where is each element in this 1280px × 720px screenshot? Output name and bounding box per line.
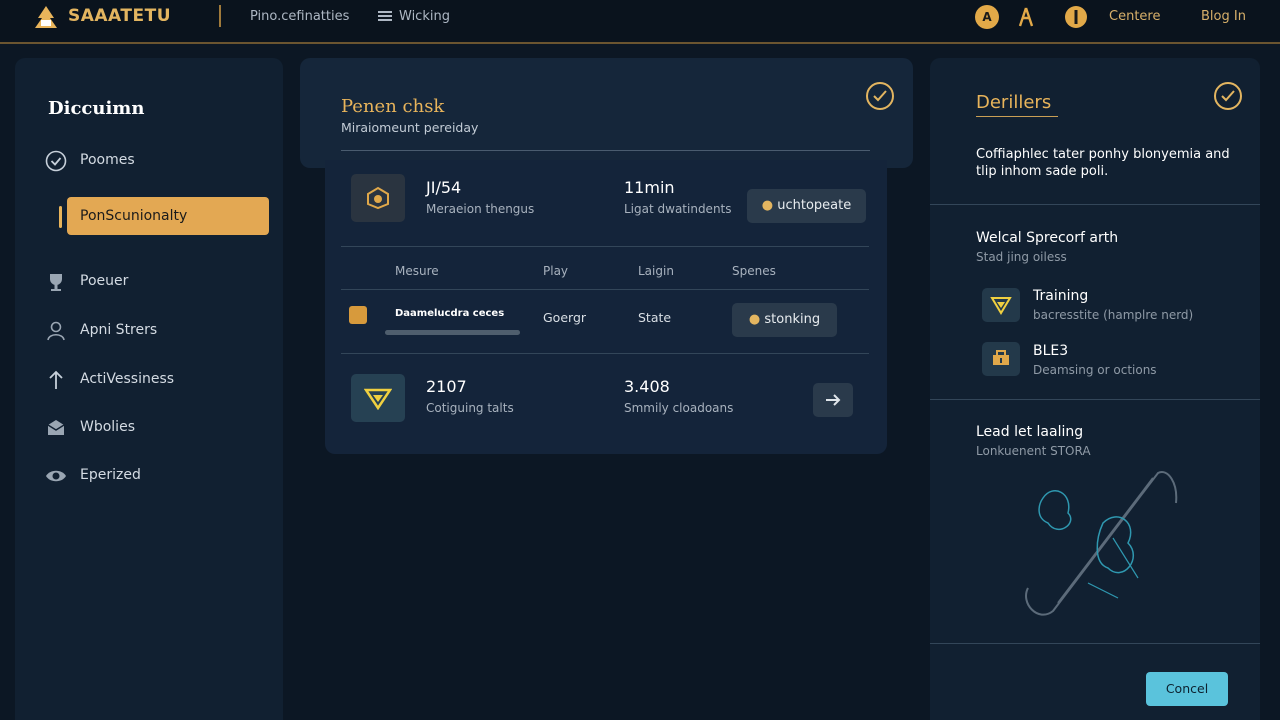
divider <box>341 353 869 354</box>
main-content-card: JI/54 Meraeion thengus 11min Ligat dwati… <box>325 160 887 454</box>
stat-value: 3.408 <box>624 377 670 396</box>
cancel-button[interactable]: Concel <box>1146 672 1228 706</box>
sidebar-item-label: ActiVessiness <box>80 371 175 387</box>
sidebar-item-label: Apni Strers <box>80 322 158 338</box>
tag-icon: ● <box>761 198 774 213</box>
progress-track <box>385 330 520 335</box>
title-underline <box>976 116 1058 117</box>
divider <box>930 399 1260 400</box>
stat-value: 2107 <box>426 377 467 396</box>
page-subtitle: Miraiomeunt pereiday <box>341 120 479 135</box>
section-title: Lead let laaling <box>976 424 1084 440</box>
toolbox-icon <box>993 350 1009 365</box>
next-button[interactable] <box>813 383 853 417</box>
row-name[interactable]: Daamelucdra ceces <box>395 308 504 319</box>
envelope-icon <box>47 420 65 435</box>
column-header[interactable]: Play <box>543 264 568 278</box>
check-circle-icon <box>45 150 67 172</box>
row-cell: State <box>638 310 672 325</box>
item-subtitle: bacresstite (hamplre nerd) <box>1033 308 1194 322</box>
column-header[interactable]: Mesure <box>395 264 439 278</box>
arrow-right-icon <box>826 394 841 406</box>
sidebar-item-wbolies[interactable]: Wbolies <box>45 415 265 441</box>
main-header-card: Penen chsk Miraiomeunt pereiday <box>300 58 913 168</box>
login-link[interactable]: Blog In <box>1201 9 1246 24</box>
stat-label: Cotiguing talts <box>426 401 514 415</box>
sidebar-item-label: Poomes <box>80 152 135 168</box>
list-icon <box>378 11 392 21</box>
arrow-up-icon <box>49 370 63 389</box>
eye-icon <box>46 470 66 482</box>
column-header[interactable]: Laigin <box>638 264 674 278</box>
sidebar-item-label: PonScunionalty <box>80 208 188 224</box>
box-icon <box>367 186 389 210</box>
info-icon[interactable] <box>1064 5 1088 29</box>
account-icon[interactable]: A <box>975 5 999 29</box>
update-button[interactable]: ● uchtopeate <box>747 189 866 223</box>
item-subtitle: Deamsing or octions <box>1033 363 1157 377</box>
section-subtitle: Lonkuenent STORA <box>976 444 1091 458</box>
sidebar-item-label: Wbolies <box>80 419 135 435</box>
sidebar-item-poomes[interactable]: Poomes <box>45 148 265 174</box>
check-icon <box>873 90 887 102</box>
sidebar-item-poeuer[interactable]: Poeuer <box>45 269 265 295</box>
logo-icon[interactable] <box>30 4 62 32</box>
section-title: Welcal Sprecorf arth <box>976 230 1119 246</box>
nav-link-1[interactable]: Pino.cefinatties <box>250 9 349 24</box>
sidebar: Diccuimn Poomes PonScunionalty Poeuer Ap… <box>15 58 283 720</box>
stat-tile <box>351 174 405 222</box>
details-title: Derillers <box>976 92 1052 113</box>
sidebar-item-active[interactable]: PonScunionalty <box>67 197 269 235</box>
update-button-label: uchtopeate <box>777 198 852 213</box>
details-description: Coffiaphlec tater ponhy blonyemia and tl… <box>976 147 1230 179</box>
brand-name[interactable]: SAAATETU <box>68 6 171 26</box>
stat-label: Meraeion thengus <box>426 202 535 216</box>
top-bar: SAAATETU Pino.cefinatties Wicking A Cent… <box>0 0 1280 44</box>
header-divider <box>219 5 221 27</box>
stat-value: 11min <box>624 178 675 197</box>
divider <box>341 289 869 290</box>
stat-label: Ligat dwatindents <box>624 202 732 216</box>
center-link[interactable]: Centere <box>1109 9 1160 24</box>
sidebar-item-label: Poeuer <box>80 273 129 289</box>
divider <box>341 246 869 247</box>
sidebar-title: Diccuimn <box>48 98 145 119</box>
sidebar-item-eperized[interactable]: Eperized <box>45 463 265 489</box>
compass-icon[interactable] <box>1015 6 1037 28</box>
check-icon <box>1221 90 1235 102</box>
divider <box>341 150 870 151</box>
shield-icon <box>364 388 392 410</box>
row-action-label: stonking <box>764 312 821 327</box>
sidebar-item-activessiness[interactable]: ActiVessiness <box>45 367 265 393</box>
progress-fill <box>385 330 520 335</box>
item-title[interactable]: BLE3 <box>1033 343 1068 359</box>
sidebar-item-apni-strers[interactable]: Apni Strers <box>45 318 265 344</box>
item-title[interactable]: Training <box>1033 288 1088 304</box>
page-title: Penen chsk <box>341 96 445 117</box>
nav-link-2[interactable]: Wicking <box>399 9 450 24</box>
stat-tile <box>351 374 405 422</box>
section-subtitle: Stad jing oiless <box>976 250 1067 264</box>
shield-icon <box>990 297 1012 315</box>
check-toggle[interactable] <box>866 82 894 110</box>
row-action-button[interactable]: ● stonking <box>732 303 837 337</box>
divider <box>930 204 1260 205</box>
trophy-icon <box>50 274 62 291</box>
stat-label: Smmily cloadoans <box>624 401 734 415</box>
active-indicator <box>59 206 62 228</box>
details-panel: Derillers Coffiaphlec tater ponhy blonye… <box>930 58 1260 720</box>
tool-illustration <box>1025 471 1178 616</box>
stat-value: JI/54 <box>426 178 462 197</box>
user-icon <box>47 321 65 341</box>
tag-icon: ● <box>748 312 761 327</box>
row-cell: Goergr <box>543 310 587 325</box>
ble-tile <box>982 342 1020 376</box>
column-header[interactable]: Spenes <box>732 264 776 278</box>
check-toggle[interactable] <box>1214 82 1242 110</box>
divider <box>930 643 1260 644</box>
sidebar-item-label: Eperized <box>80 467 141 483</box>
row-icon <box>349 306 367 324</box>
training-tile <box>982 288 1020 322</box>
